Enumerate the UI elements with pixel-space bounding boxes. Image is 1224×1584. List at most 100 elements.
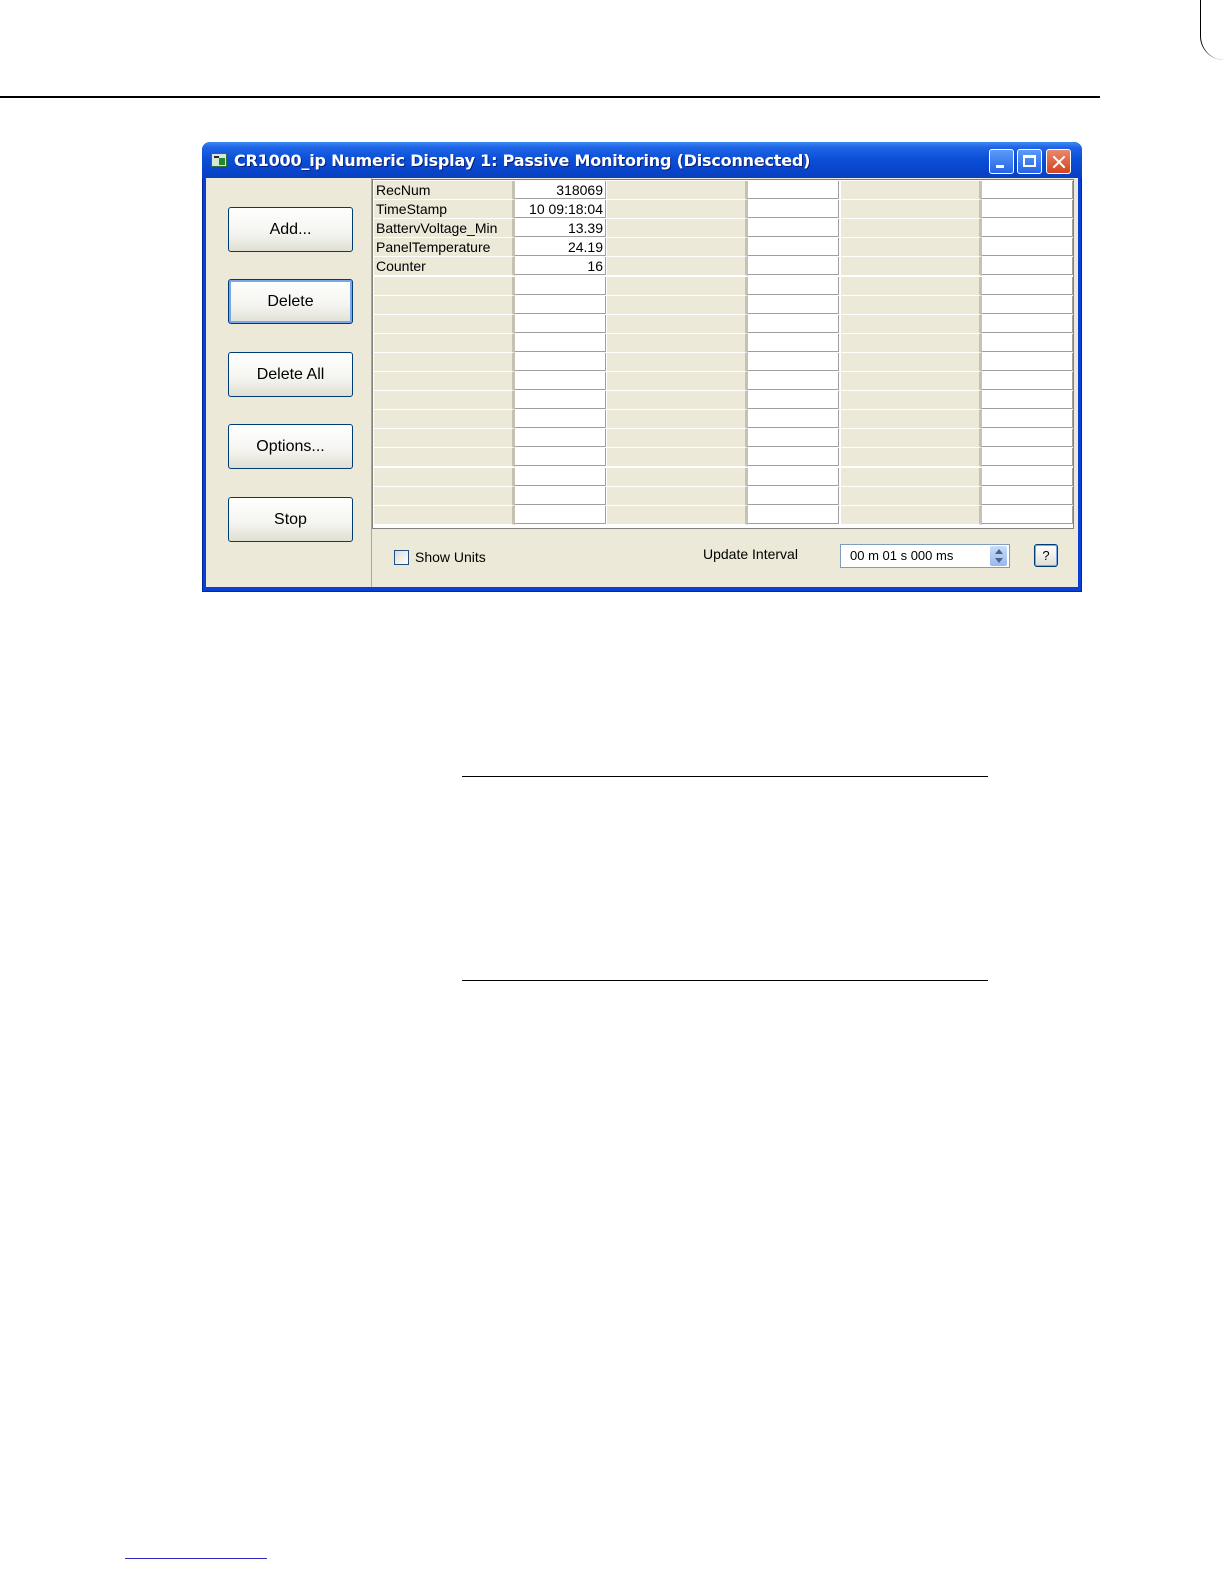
field-name-cell[interactable] <box>374 505 515 525</box>
field-name-cell[interactable] <box>841 200 982 220</box>
table-row[interactable] <box>374 314 606 334</box>
field-name-cell[interactable] <box>374 467 515 487</box>
field-name-cell[interactable]: BattervVoltage_Min <box>374 219 515 239</box>
table-row[interactable]: TimeStamp 10 09:18:04 <box>374 200 606 220</box>
field-name-cell[interactable] <box>607 238 748 258</box>
add-button[interactable]: Add... <box>228 207 353 252</box>
field-name-cell[interactable]: TimeStamp <box>374 200 515 220</box>
field-name-cell[interactable] <box>374 314 515 334</box>
field-name-cell[interactable] <box>607 410 748 430</box>
table-row[interactable]: PanelTemperature 24.19 <box>374 238 606 258</box>
table-row[interactable] <box>374 448 606 468</box>
table-row[interactable] <box>841 448 1073 468</box>
table-row[interactable] <box>841 295 1073 315</box>
field-name-cell[interactable] <box>607 276 748 296</box>
table-row[interactable] <box>374 505 606 525</box>
field-name-cell[interactable] <box>374 295 515 315</box>
table-row[interactable] <box>841 467 1073 487</box>
table-row[interactable] <box>374 429 606 449</box>
help-button[interactable]: ? <box>1034 544 1058 567</box>
footer-link-underline[interactable] <box>125 1558 267 1559</box>
field-name-cell[interactable] <box>607 372 748 391</box>
field-name-cell[interactable] <box>841 410 982 430</box>
field-name-cell[interactable] <box>841 352 982 372</box>
field-name-cell[interactable] <box>841 276 982 296</box>
table-row[interactable] <box>841 352 1073 372</box>
field-name-cell[interactable] <box>841 238 982 258</box>
table-row[interactable] <box>607 181 839 200</box>
update-interval-input[interactable]: 00 m 01 s 000 ms <box>840 544 1010 568</box>
field-name-cell[interactable] <box>607 448 748 468</box>
table-row[interactable] <box>607 467 839 487</box>
field-name-cell[interactable] <box>841 219 982 239</box>
field-name-cell[interactable] <box>607 429 748 449</box>
table-row[interactable] <box>607 372 839 391</box>
table-row[interactable] <box>374 467 606 487</box>
table-row[interactable] <box>841 486 1073 506</box>
table-row[interactable] <box>607 333 839 353</box>
field-name-cell[interactable] <box>841 448 982 468</box>
delete-button[interactable]: Delete <box>228 279 353 324</box>
field-name-cell[interactable] <box>841 295 982 315</box>
table-row[interactable] <box>841 314 1073 334</box>
table-row[interactable]: RecNum 318069 <box>374 181 606 200</box>
table-row[interactable] <box>374 276 606 296</box>
field-name-cell[interactable] <box>607 257 748 277</box>
table-row[interactable] <box>607 505 839 525</box>
table-row[interactable] <box>841 181 1073 200</box>
field-name-cell[interactable] <box>374 448 515 468</box>
title-bar[interactable]: CR1000_ip Numeric Display 1: Passive Mon… <box>202 142 1082 178</box>
field-name-cell[interactable] <box>607 333 748 353</box>
table-row[interactable] <box>841 429 1073 449</box>
table-row[interactable] <box>841 505 1073 525</box>
delete-all-button[interactable]: Delete All <box>228 352 353 397</box>
field-name-cell[interactable] <box>841 391 982 411</box>
table-row[interactable] <box>607 257 839 277</box>
field-name-cell[interactable] <box>374 333 515 353</box>
field-name-cell[interactable] <box>607 200 748 220</box>
field-name-cell[interactable] <box>374 486 515 506</box>
table-row[interactable] <box>607 200 839 220</box>
table-row[interactable]: Counter 16 <box>374 257 606 277</box>
stop-button[interactable]: Stop <box>228 497 353 542</box>
field-name-cell[interactable] <box>607 219 748 239</box>
table-row[interactable] <box>607 314 839 334</box>
field-name-cell[interactable] <box>607 181 748 200</box>
field-name-cell[interactable] <box>607 295 748 315</box>
table-row[interactable] <box>607 391 839 411</box>
field-name-cell[interactable] <box>607 314 748 334</box>
table-row[interactable] <box>841 276 1073 296</box>
field-name-cell[interactable] <box>841 314 982 334</box>
table-row[interactable] <box>841 333 1073 353</box>
maximize-button[interactable] <box>1017 149 1042 174</box>
table-row[interactable] <box>841 219 1073 239</box>
table-row[interactable]: BattervVoltage_Min 13.39 <box>374 219 606 239</box>
options-button[interactable]: Options... <box>228 424 353 469</box>
field-name-cell[interactable] <box>841 486 982 506</box>
update-interval-spinner[interactable] <box>990 546 1007 566</box>
field-name-cell[interactable] <box>841 429 982 449</box>
table-row[interactable] <box>841 372 1073 391</box>
table-row[interactable] <box>607 219 839 239</box>
close-button[interactable] <box>1046 149 1071 174</box>
minimize-button[interactable] <box>989 149 1014 174</box>
table-row[interactable] <box>841 257 1073 277</box>
table-row[interactable] <box>607 429 839 449</box>
field-name-cell[interactable] <box>841 505 982 525</box>
field-name-cell[interactable] <box>841 372 982 391</box>
field-name-cell[interactable] <box>841 467 982 487</box>
field-name-cell[interactable] <box>374 276 515 296</box>
field-name-cell[interactable] <box>607 505 748 525</box>
table-row[interactable] <box>374 333 606 353</box>
table-row[interactable] <box>374 410 606 430</box>
field-name-cell[interactable] <box>607 486 748 506</box>
table-row[interactable] <box>374 486 606 506</box>
field-name-cell[interactable] <box>374 429 515 449</box>
table-row[interactable] <box>841 391 1073 411</box>
field-name-cell[interactable] <box>841 333 982 353</box>
table-row[interactable] <box>374 352 606 372</box>
field-name-cell[interactable] <box>841 257 982 277</box>
table-row[interactable] <box>841 410 1073 430</box>
field-name-cell[interactable] <box>841 181 982 200</box>
table-row[interactable] <box>374 295 606 315</box>
